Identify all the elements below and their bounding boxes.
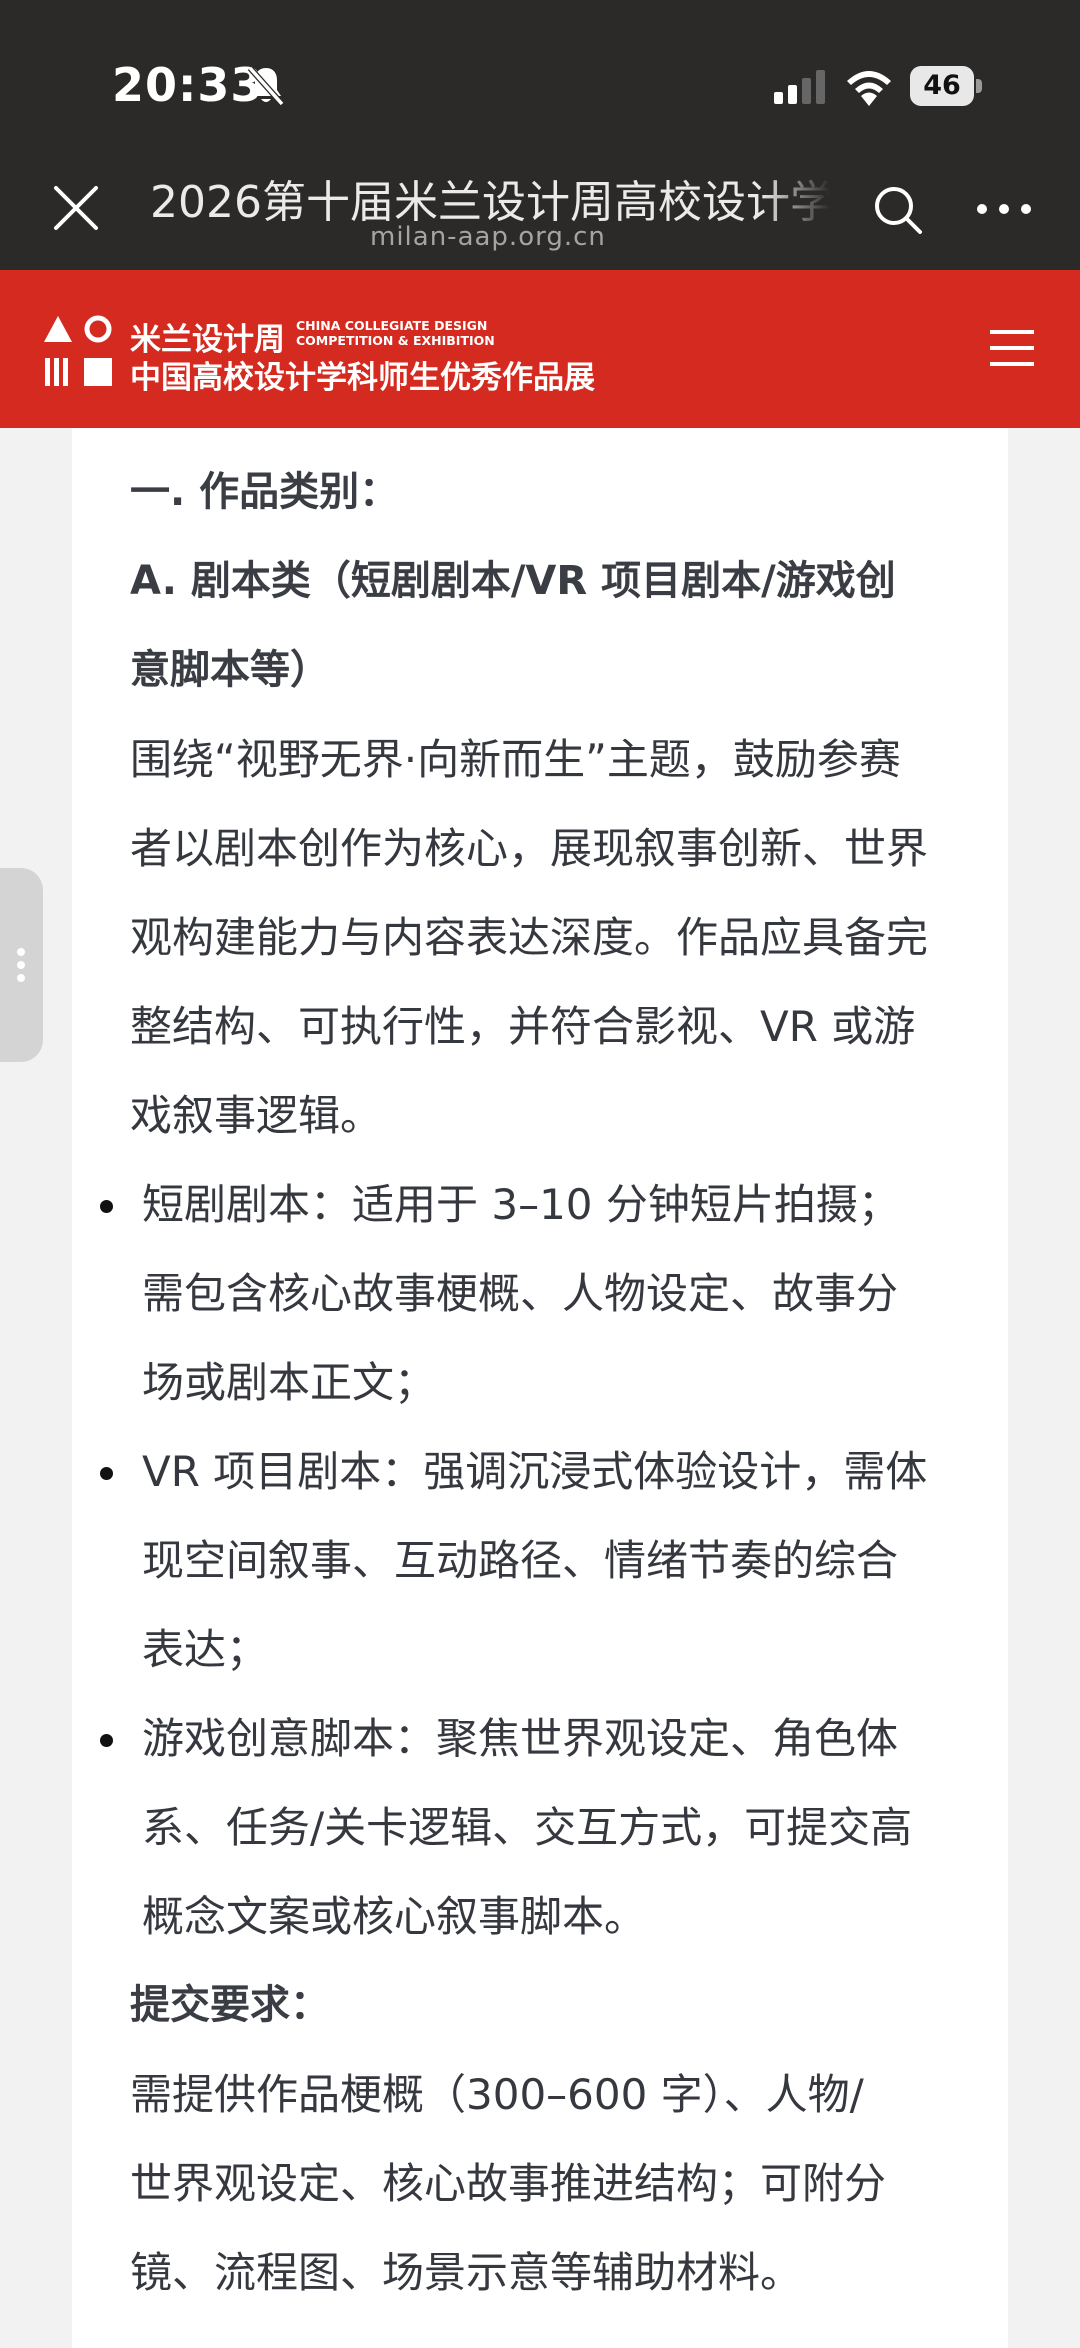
hamburger-menu-icon[interactable]: [984, 326, 1040, 370]
section-heading: 一. 作品类别：: [130, 469, 400, 515]
bell-mute-icon: [247, 66, 285, 106]
browser-nav-row: 2026第十届米兰设计周高校设计学科师生优秀作品展 milan-aap.org.…: [0, 150, 1080, 270]
submission-line: 世界观设定、核心故事推进结构；可附分: [130, 2159, 887, 2208]
category-heading-line: 意脚本等）: [130, 647, 330, 693]
logo-english: CHINA COLLEGIATE DESIGN COMPETITION & EX…: [296, 318, 495, 348]
logo-icon[interactable]: [42, 314, 116, 388]
wifi-icon: [847, 71, 891, 106]
list-item: VR 项目剧本：强调沉浸式体验设计，需体 现空间叙事、互动路径、情绪节奏的综合 …: [100, 1427, 960, 1694]
battery-level: 46: [910, 66, 974, 106]
submission-heading: 提交要求：: [130, 1982, 330, 2028]
status-time: 20:33: [112, 58, 264, 112]
intro-line: 观构建能力与内容表达深度。作品应具备完: [130, 913, 929, 962]
intro-line: 围绕“视野无界·向新而生”主题，鼓励参赛: [130, 735, 901, 784]
logo-subtitle: 中国高校设计学科师生优秀作品展: [130, 360, 595, 396]
submission-line: 镜、流程图、场景示意等辅助材料。: [130, 2248, 803, 2297]
intro-line: 者以剧本创作为核心，展现叙事创新、世界: [130, 824, 929, 873]
category-heading-line: A. 剧本类（短剧剧本/VR 项目剧本/游戏创: [130, 558, 896, 604]
side-drawer-handle[interactable]: [0, 868, 43, 1062]
cellular-signal-icon: [774, 70, 825, 104]
page-url: milan-aap.org.cn: [370, 222, 606, 252]
intro-line: 整结构、可执行性，并符合影视、VR 或游: [130, 1002, 916, 1051]
status-bar: 20:33 46: [0, 0, 1080, 150]
list-item: 短剧剧本：适用于 3–10 分钟短片拍摄； 需包含核心故事梗概、人物设定、故事分…: [100, 1160, 960, 1427]
article-body: 一. 作品类别： A. 剧本类（短剧剧本/VR 项目剧本/游戏创 意脚本等） 围…: [100, 448, 960, 2317]
intro-line: 戏叙事逻辑。: [130, 1091, 383, 1140]
more-options-icon[interactable]: [974, 194, 1034, 224]
browser-top-bar: 20:33 46 2026第十届米兰设计周高校设计学科师生优秀作品展: [0, 0, 1080, 270]
close-icon[interactable]: [48, 180, 104, 236]
submission-line: 需提供作品梗概（300–600 字）、人物/: [130, 2070, 864, 2119]
list-item: 游戏创意脚本：聚焦世界观设定、角色体 系、任务/关卡逻辑、交互方式，可提交高 概…: [100, 1694, 960, 1961]
battery-icon: 46: [910, 66, 982, 106]
page-title: 2026第十届米兰设计周高校设计学科师生优秀作品展: [150, 177, 830, 228]
site-header: 米兰设计周 CHINA COLLEGIATE DESIGN COMPETITIO…: [0, 270, 1080, 428]
search-icon[interactable]: [872, 184, 924, 236]
category-list: 短剧剧本：适用于 3–10 分钟短片拍摄； 需包含核心故事梗概、人物设定、故事分…: [100, 1160, 960, 1961]
